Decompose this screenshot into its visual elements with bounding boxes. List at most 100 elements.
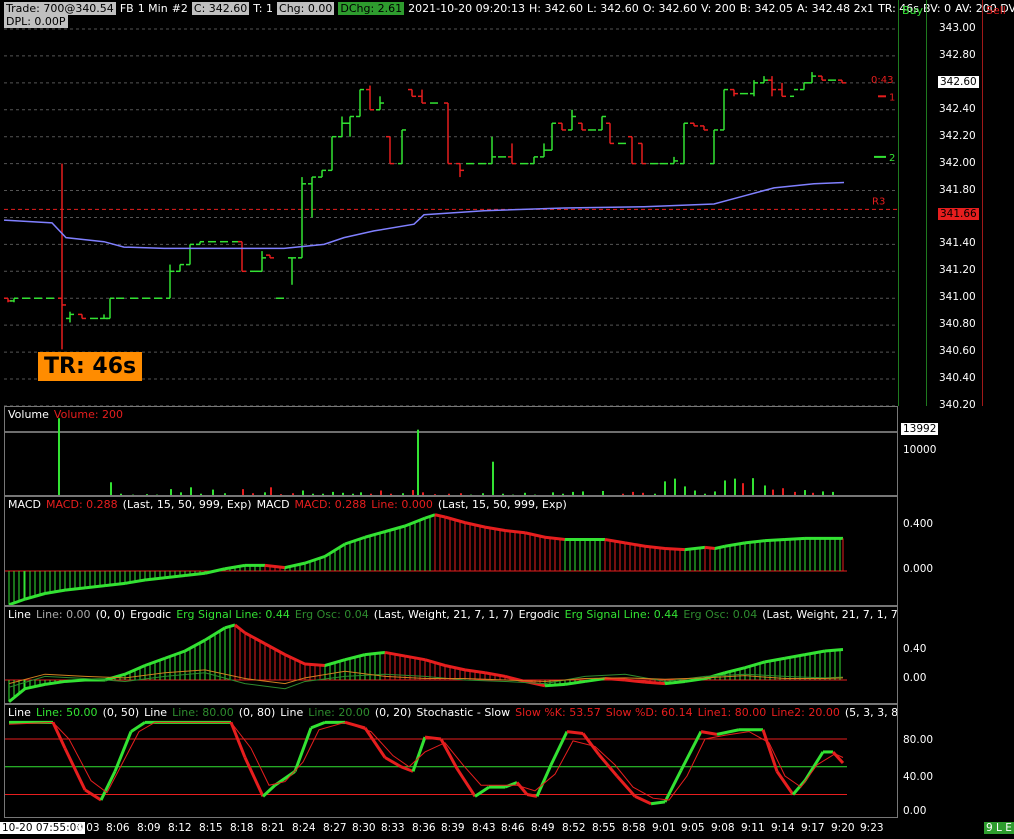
macd-line-segment bbox=[264, 563, 286, 570]
stochastic-panel[interactable]: Line Line: 50.00 (0, 50) Line Line: 80.00 (0,… bbox=[4, 704, 898, 818]
volume-axis: 13992 10000 bbox=[898, 406, 1014, 496]
time-axis-label: 9:11 bbox=[741, 822, 765, 834]
macd-line-segment bbox=[504, 529, 526, 535]
volume-panel[interactable]: Volume Volume: 200 bbox=[4, 406, 898, 496]
sell-label: Sell bbox=[986, 4, 1006, 17]
macd-line-segment bbox=[124, 578, 146, 585]
r3-text: R3 bbox=[872, 196, 885, 207]
time-axis-label: 9:17 bbox=[801, 822, 825, 834]
stoch-tick-40: 40.00 bbox=[903, 771, 934, 783]
time-axis-label: 8:27 bbox=[323, 822, 347, 834]
stoch-k-segment bbox=[761, 729, 779, 772]
macd-params-2: (Last, 15, 50, 999, Exp) bbox=[437, 498, 567, 511]
ergodic-signal-segment bbox=[24, 682, 46, 691]
time-axis-label: 9:23 bbox=[860, 822, 884, 834]
stoch-k-segment bbox=[700, 730, 718, 736]
ergodic-name: Ergodic bbox=[130, 608, 172, 621]
price-tick: 343.00 bbox=[939, 22, 976, 34]
stoch-k-segment bbox=[310, 720, 326, 730]
ergodic-signal-segment bbox=[404, 654, 426, 662]
macd-value: MACD: 0.288 bbox=[45, 498, 118, 511]
macd-line-segment bbox=[434, 513, 446, 519]
price-tick: 341.00 bbox=[939, 291, 976, 304]
time-axis-label: 8:21 bbox=[261, 822, 285, 834]
price-tick: 341.20 bbox=[939, 264, 976, 277]
marker-043: 0:43 bbox=[871, 75, 893, 86]
stoch-k-segment bbox=[679, 730, 703, 772]
time-axis-label: 8:24 bbox=[292, 822, 316, 834]
ergodic-title: Line Line: 0.00 (0, 0) Ergodic Erg Signal Li… bbox=[8, 608, 897, 621]
ergodic-signal-segment bbox=[44, 679, 66, 686]
price-tick: 340.60 bbox=[939, 345, 976, 358]
time-axis-label: 8:36 bbox=[412, 822, 436, 834]
macd-line-segment bbox=[44, 588, 66, 595]
volume-chart bbox=[5, 418, 897, 495]
macd-line-segment bbox=[714, 544, 726, 550]
price-axis[interactable]: 343.00 342.80 342.60 342.40 342.20 342.00 341.… bbox=[926, 0, 982, 411]
stoch-k-segment bbox=[634, 794, 652, 806]
time-axis-label: 9:20 bbox=[831, 822, 855, 834]
stoch-k-segment bbox=[63, 747, 87, 791]
ergodic-signal-segment bbox=[484, 671, 506, 678]
time-axis-label: 8:03 bbox=[76, 822, 100, 834]
stoch-name: Stochastic - Slow bbox=[416, 706, 511, 719]
corner-indicator[interactable]: 9 L E bbox=[984, 822, 1014, 834]
price-panel[interactable]: R3 0:43 1 2 bbox=[4, 0, 898, 406]
stoch-line2-value: Line: 80.00 bbox=[172, 706, 234, 719]
ergodic-signal-segment bbox=[764, 656, 786, 664]
macd-line-segment bbox=[644, 544, 666, 550]
ergodic-signal-segment bbox=[444, 664, 466, 672]
macd-panel[interactable]: MACD MACD: 0.288 (Last, 15, 50, 999, Exp) M… bbox=[4, 496, 898, 606]
ergodic-signal-segment bbox=[364, 650, 386, 657]
stoch-k-segment bbox=[51, 721, 67, 749]
buy-button[interactable]: Buy bbox=[898, 0, 925, 406]
erg-tick-high: 0.40 bbox=[903, 643, 927, 655]
macd-line-segment bbox=[144, 576, 166, 582]
macd-line-segment bbox=[784, 536, 806, 541]
ergodic-panel[interactable]: Line Line: 0.00 (0, 0) Ergodic Erg Signal Li… bbox=[4, 606, 898, 704]
ergodic-signal-segment bbox=[664, 679, 686, 686]
ergodic-axis: 0.40 0.00 bbox=[898, 606, 1014, 704]
ergodic-signal-segment bbox=[8, 687, 26, 703]
ergodic-signal-segment bbox=[564, 679, 586, 686]
ergodic-name-2: Ergodic bbox=[518, 608, 560, 621]
time-axis[interactable]: 10-20 07:55:00 9 L E 8:03 8:06 8:09 8:12 8:1… bbox=[0, 818, 1014, 839]
price-tick: 340.40 bbox=[939, 372, 976, 384]
line-name: Line bbox=[8, 608, 31, 621]
volume-tick: 10000 bbox=[903, 444, 937, 456]
sell-button[interactable]: Sell bbox=[982, 0, 1014, 406]
ergodic-signal-segment bbox=[804, 649, 826, 657]
stoch-line2-name: Line bbox=[144, 706, 168, 719]
marker-2: 2 bbox=[889, 153, 895, 164]
ergodic-signal-segment bbox=[824, 648, 844, 653]
macd-chart bbox=[5, 513, 847, 605]
macd-line-segment bbox=[764, 538, 786, 543]
stoch-k-segment bbox=[229, 721, 247, 759]
stoch-k-segment bbox=[775, 770, 795, 796]
stoch-line3-name: Line bbox=[280, 706, 304, 719]
ergodic-params: (Last, Weight, 21, 7, 1, 7) bbox=[373, 608, 514, 621]
time-axis-label: 9:14 bbox=[771, 822, 795, 834]
ergodic-signal-segment bbox=[304, 662, 326, 667]
stoch-k-segment bbox=[515, 781, 529, 796]
price-axis-border bbox=[926, 0, 927, 406]
time-remaining-badge: TR: 46s bbox=[38, 352, 143, 381]
price-tick: 342.80 bbox=[939, 48, 976, 61]
macd-line-segment bbox=[104, 581, 126, 588]
ergodic-signal-segment bbox=[384, 650, 406, 658]
macd-line-segment bbox=[724, 541, 746, 548]
price-tick: 340.80 bbox=[939, 318, 976, 331]
macd-line-segment bbox=[64, 586, 86, 592]
time-axis-label: 9:08 bbox=[711, 822, 735, 834]
stoch-line1: Line1: 80.00 bbox=[697, 706, 767, 719]
macd-tick-zero: 0.000 bbox=[903, 563, 934, 575]
erg-tick-zero: 0.00 bbox=[903, 672, 927, 684]
price-tick: 342.20 bbox=[939, 129, 976, 142]
time-axis-label: 8:30 bbox=[352, 822, 376, 834]
ergodic-signal-segment bbox=[464, 668, 486, 675]
macd-params: (Last, 15, 50, 999, Exp) bbox=[122, 498, 252, 511]
stoch-k-segment bbox=[130, 721, 146, 733]
line-value: Line: 0.00 bbox=[35, 608, 91, 621]
time-axis-label: 8:43 bbox=[472, 822, 496, 834]
price-chart[interactable]: R3 0:43 1 2 bbox=[4, 0, 898, 406]
